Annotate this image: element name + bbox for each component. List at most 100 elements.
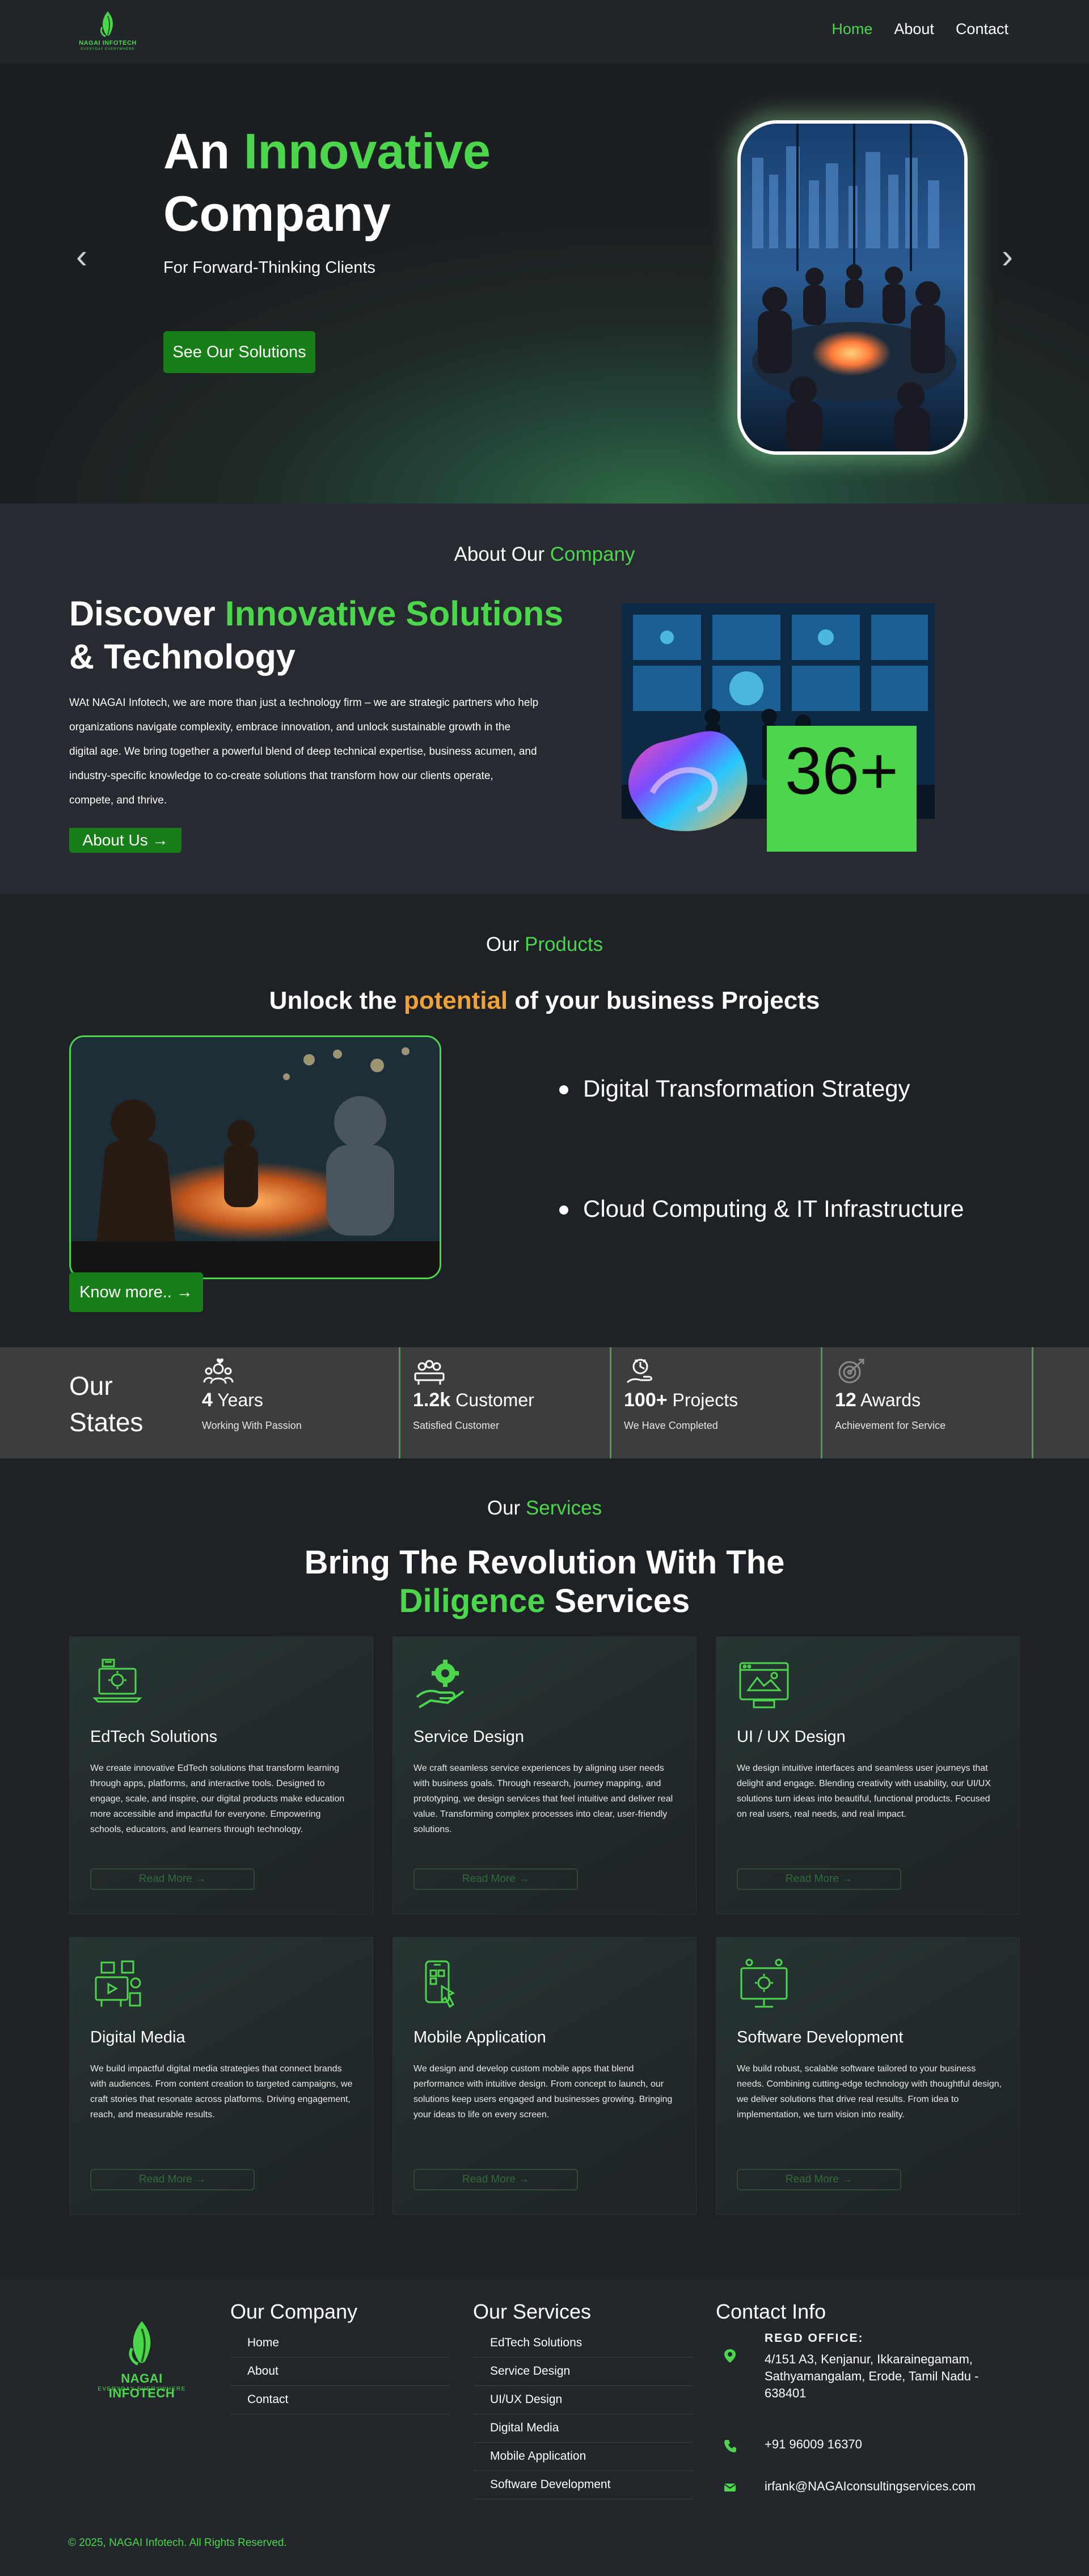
contact-phone[interactable]: +91 96009 16370: [724, 2436, 1019, 2456]
products-title-plain2: of your business Projects: [508, 987, 820, 1014]
card-text: We design intuitive interfaces and seaml…: [737, 1763, 991, 1819]
card-text: We build impactful digital media strateg…: [90, 2064, 353, 2120]
footer-logo-tagline: EVERYDAY EVERYWHERE: [98, 2386, 186, 2392]
contact-email[interactable]: irfank@NAGAIconsultingservices.com: [724, 2478, 1041, 2498]
services-title-line2-rest: Services: [545, 1583, 690, 1619]
card-title: Mobile Application: [413, 2028, 546, 2046]
products-section: Our Products Unlock the potential of you…: [0, 894, 1089, 1347]
footer-services-links: EdTech Solutions Service Design UI/UX De…: [473, 2329, 693, 2499]
stats-section: Our States 4 Years Working With Passion …: [0, 1347, 1089, 1458]
footer-link-service-design[interactable]: Service Design: [473, 2358, 693, 2386]
card-title: Digital Media: [90, 2028, 185, 2046]
service-card-edtech[interactable]: EdTech Solutions We create innovative Ed…: [69, 1636, 373, 1914]
stat-years-number: 4: [202, 1389, 213, 1411]
copyright-text: © 2025, NAGAI Infotech. All Rights Reser…: [68, 2537, 287, 2549]
about-title-accent: Innovative Solutions: [225, 594, 564, 633]
card-title: UI / UX Design: [737, 1728, 846, 1746]
services-section: Our Services Bring The Revolution With T…: [0, 1458, 1089, 2279]
stat-item-customers: 1.2k Customer Satisfied Customer: [400, 1347, 611, 1458]
products-kicker-accent: Products: [524, 933, 603, 955]
service-card-mobile-app[interactable]: Mobile Application We design and develop…: [392, 1937, 697, 2215]
card-text: We design and develop custom mobile apps…: [413, 2064, 673, 2120]
footer: NAGAI INFOTECH EVERYDAY EVERYWHERE Our C…: [0, 2279, 1089, 2576]
read-more-button[interactable]: Read More →: [737, 1868, 901, 1890]
read-more-button[interactable]: Read More →: [90, 1868, 255, 1890]
services-kicker: Our Services: [0, 1497, 1089, 1520]
card-title: Service Design: [413, 1728, 525, 1746]
nav-link-contact[interactable]: Contact: [956, 20, 1008, 38]
footer-link-home[interactable]: Home: [230, 2329, 450, 2358]
know-more-button[interactable]: Know more.. →: [69, 1272, 203, 1312]
service-card-software-dev[interactable]: Software Development We build robust, sc…: [716, 1937, 1020, 2215]
media-icon: [95, 1960, 141, 2007]
location-pin-icon: [724, 2349, 736, 2363]
card-text: We create innovative EdTech solutions th…: [90, 1763, 345, 1834]
service-card-digital-media[interactable]: Digital Media We build impactful digital…: [69, 1937, 373, 2215]
carousel-next-arrow-icon[interactable]: ›: [996, 234, 1019, 279]
footer-link-digital-media[interactable]: Digital Media: [473, 2414, 693, 2443]
stat-item-years: 4 Years Working With Passion: [189, 1347, 400, 1458]
read-more-button[interactable]: Read More →: [413, 2169, 578, 2190]
regd-office-label: REGD OFFICE:: [765, 2332, 864, 2345]
email-icon: [724, 2484, 736, 2492]
footer-link-uiux[interactable]: UI/UX Design: [473, 2386, 693, 2414]
monitor-gear-icon: [740, 1959, 788, 2008]
stat-projects-unit: Projects: [667, 1390, 738, 1410]
products-kicker: Our Products: [0, 933, 1089, 956]
browser-design-icon: [739, 1662, 789, 1708]
robot-workers-illustration: [71, 1037, 440, 1278]
services-kicker-accent: Services: [525, 1497, 602, 1519]
about-kicker-plain: About Our: [454, 543, 550, 565]
card-title: EdTech Solutions: [90, 1728, 218, 1746]
products-title-accent: potential: [403, 987, 508, 1014]
service-card-service-design[interactable]: Service Design We craft seamless service…: [392, 1636, 697, 1914]
footer-link-edtech[interactable]: EdTech Solutions: [473, 2329, 693, 2358]
stat-item-projects: 100+ Projects We Have Completed: [611, 1347, 822, 1458]
stat-years-desc: Working With Passion: [202, 1420, 302, 1431]
about-title-plain1: Discover: [69, 594, 225, 633]
abstract-3d-shape-image: [628, 731, 748, 831]
products-title-plain1: Unlock the: [269, 987, 404, 1014]
products-list: Digital Transformation Strategy Cloud Co…: [559, 1075, 964, 1316]
footer-company-title: Our Company: [230, 2300, 358, 2323]
top-nav: NAGAI INFOTECH EVERYDAY EVERYWHERE Home …: [0, 0, 1089, 64]
carousel-prev-arrow-icon[interactable]: ‹: [70, 234, 93, 279]
see-solutions-button[interactable]: See Our Solutions: [163, 331, 315, 373]
mobile-app-icon: [425, 1960, 455, 2008]
about-title-plain2: & Technology: [69, 637, 296, 676]
about-us-button[interactable]: About Us →: [69, 828, 182, 853]
read-more-button[interactable]: Read More →: [737, 2169, 901, 2190]
footer-logo[interactable]: NAGAI INFOTECH EVERYDAY EVERYWHERE: [91, 2319, 193, 2404]
read-more-button[interactable]: Read More →: [90, 2169, 255, 2190]
header-logo[interactable]: NAGAI INFOTECH EVERYDAY EVERYWHERE: [78, 8, 137, 53]
hero-title-accent: Innovative: [243, 123, 491, 179]
laptop-gear-icon: [92, 1659, 142, 1703]
nav-link-home[interactable]: Home: [831, 20, 872, 38]
card-text: We build robust, scalable software tailo…: [737, 2064, 1002, 2120]
footer-link-mobile-app[interactable]: Mobile Application: [473, 2443, 693, 2471]
hero-title-plain: An: [163, 123, 244, 179]
leaf-logo-icon: [129, 2321, 151, 2366]
read-more-button[interactable]: Read More →: [413, 1868, 578, 1890]
footer-link-software-dev[interactable]: Software Development: [473, 2471, 693, 2499]
footer-link-about[interactable]: About: [230, 2358, 450, 2386]
stat-customers-value: 1.2k Customer: [413, 1389, 534, 1411]
meeting-illustration: [741, 124, 964, 451]
hero-title: An Innovative Company: [163, 120, 491, 245]
product-item-cloud-computing: Cloud Computing & IT Infrastructure: [559, 1195, 964, 1223]
footer-link-contact[interactable]: Contact: [230, 2386, 450, 2414]
about-paragraph: WAt NAGAI Infotech, we are more than jus…: [69, 697, 539, 806]
nav-link-about[interactable]: About: [894, 20, 934, 38]
leaf-logo-icon: [100, 11, 113, 37]
services-kicker-plain: Our: [487, 1497, 526, 1519]
contact-address: REGD OFFICE: 4/151 A3, Kenjanur, Ikkarai…: [724, 2332, 1019, 2405]
stat-awards-value: 12 Awards: [835, 1389, 921, 1411]
email-text: irfank@NAGAIconsultingservices.com: [765, 2479, 976, 2493]
footer-services-title: Our Services: [473, 2300, 592, 2323]
projects-hand-icon: [626, 1359, 652, 1384]
award-target-icon: [838, 1359, 864, 1384]
services-title-accent: Diligence: [399, 1583, 546, 1619]
service-card-uiux[interactable]: UI / UX Design We design intuitive inter…: [716, 1636, 1020, 1914]
phone-text: +91 96009 16370: [765, 2437, 862, 2451]
stat-years-value: 4 Years: [202, 1389, 263, 1411]
